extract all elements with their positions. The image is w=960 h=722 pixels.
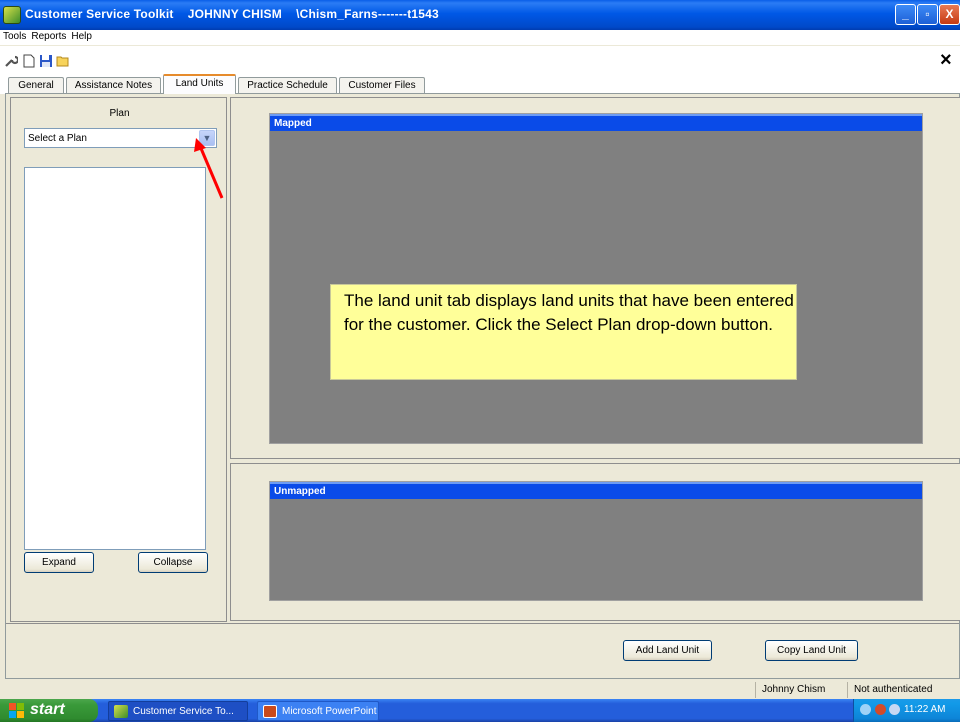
pointer-arrow-icon [194,138,224,199]
close-window-button[interactable]: X [939,4,960,25]
app-icon [114,705,128,718]
mapped-grid[interactable]: Mapped [269,113,923,444]
tab-general[interactable]: General [8,77,64,94]
system-tray: 11:22 AM [853,699,960,722]
menu-bar: Tools Reports Help [0,30,960,45]
plan-select[interactable]: Select a Plan ▼ [24,128,217,148]
tab-assistance-notes[interactable]: Assistance Notes [66,77,161,94]
task-customer-service[interactable]: Customer Service To... [108,701,248,721]
tab-land-units[interactable]: Land Units [163,74,236,94]
task-label: Microsoft PowerPoint ... [282,706,379,717]
app-icon [3,6,21,24]
copy-land-unit-button[interactable]: Copy Land Unit [765,640,858,661]
status-auth: Not authenticated [847,682,960,698]
menu-reports[interactable]: Reports [28,30,68,42]
menu-help[interactable]: Help [68,30,94,42]
open-folder-icon[interactable] [56,54,70,68]
collapse-button[interactable]: Collapse [138,552,208,573]
clock: 11:22 AM [904,704,946,715]
close-document-icon[interactable]: × [940,49,952,71]
task-label: Customer Service To... [133,706,234,717]
maximize-button[interactable]: ▫ [917,4,938,25]
volume-icon[interactable] [889,704,900,715]
start-label: start [30,701,65,718]
land-units-panel: Plan Select a Plan ▼ Expand Collapse Map… [5,93,960,679]
window-titlebar: Customer Service Toolkit JOHNNY CHISM \C… [0,0,960,30]
status-user: Johnny Chism [755,682,847,698]
tab-customer-files[interactable]: Customer Files [339,77,425,94]
mapped-grid-header: Mapped [270,114,922,131]
menu-tools[interactable]: Tools [0,30,28,42]
plan-tree-view[interactable] [24,167,206,550]
action-bar: Add Land Unit Copy Land Unit [6,623,959,678]
window-title: Customer Service Toolkit JOHNNY CHISM \C… [25,7,439,21]
plan-select-value: Select a Plan [28,133,87,144]
minimize-button[interactable]: _ [895,4,916,25]
mapped-pane: Mapped [230,97,960,459]
start-button[interactable]: start [0,699,98,722]
add-land-unit-button[interactable]: Add Land Unit [623,640,712,661]
task-powerpoint[interactable]: Microsoft PowerPoint ... [257,701,379,721]
network-icon[interactable] [860,704,871,715]
unmapped-grid-header: Unmapped [270,482,922,499]
security-icon[interactable] [875,704,886,715]
powerpoint-icon [263,705,277,718]
plan-label: Plan [109,108,130,119]
taskbar: start Customer Service To... Microsoft P… [0,699,960,722]
expand-button[interactable]: Expand [24,552,94,573]
tab-practice-schedule[interactable]: Practice Schedule [238,77,337,94]
new-document-icon[interactable] [22,54,36,68]
unmapped-pane: Unmapped [230,463,960,621]
tab-strip: General Assistance Notes Land Units Prac… [0,74,960,94]
toolbar: × [0,46,960,74]
status-bar: Johnny Chism Not authenticated [0,680,960,698]
save-icon[interactable] [39,54,53,68]
windows-flag-icon [9,703,24,718]
instruction-callout: The land unit tab displays land units th… [330,284,797,380]
wrench-icon[interactable] [4,54,18,68]
unmapped-grid[interactable]: Unmapped [269,481,923,601]
